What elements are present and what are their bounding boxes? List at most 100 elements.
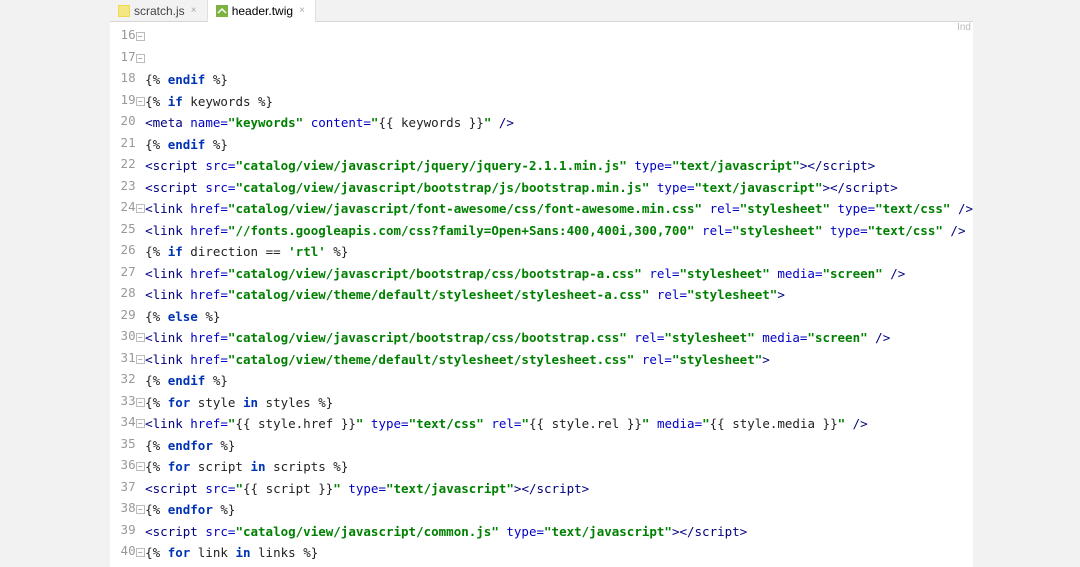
token-attr: rel= bbox=[649, 287, 687, 302]
code-line[interactable]: <link href="{{ link.href }}" rel="{{ lin… bbox=[145, 564, 973, 567]
editor-pane: scratch.js×header.twig× 1617181920212223… bbox=[110, 0, 973, 567]
token-attr: src= bbox=[205, 524, 235, 539]
code-line[interactable]: <script src="catalog/view/javascript/jqu… bbox=[145, 155, 973, 177]
line-number: 37 bbox=[110, 476, 136, 498]
fold-cell bbox=[136, 368, 146, 390]
code-line[interactable]: <link href="catalog/view/javascript/font… bbox=[145, 198, 973, 220]
fold-cell: − bbox=[136, 540, 146, 562]
token-str: "text/javascript" bbox=[672, 158, 800, 173]
token-txt: direction bbox=[183, 244, 266, 259]
fold-cell bbox=[136, 175, 146, 197]
line-number: 39 bbox=[110, 519, 136, 541]
tab-label: scratch.js bbox=[134, 4, 185, 18]
code-line[interactable]: {% else %} bbox=[145, 306, 973, 328]
code-line[interactable]: {% if keywords %} bbox=[145, 91, 973, 113]
token-delim: {{ bbox=[710, 416, 733, 431]
token-str: "catalog/view/javascript/bootstrap/js/bo… bbox=[235, 180, 649, 195]
token-attr: type= bbox=[627, 158, 672, 173]
tab-scratch-js[interactable]: scratch.js × bbox=[110, 0, 208, 22]
token-tag: script> bbox=[695, 524, 748, 539]
fold-toggle-icon[interactable]: − bbox=[136, 32, 145, 41]
token-str: " bbox=[838, 416, 846, 431]
token-tag: /> bbox=[868, 330, 891, 345]
code-line[interactable]: {% endfor %} bbox=[145, 499, 973, 521]
token-tag: script> bbox=[822, 158, 875, 173]
tab-bar: scratch.js×header.twig× bbox=[110, 0, 973, 22]
token-tag: <script bbox=[145, 158, 205, 173]
fold-toggle-icon[interactable]: − bbox=[136, 505, 145, 514]
fold-toggle-icon[interactable]: − bbox=[136, 462, 145, 471]
token-tag: /> bbox=[883, 266, 906, 281]
token-attr: name= bbox=[190, 115, 228, 130]
token-delim: }} bbox=[461, 115, 484, 130]
token-attr: rel= bbox=[484, 416, 522, 431]
code-line[interactable]: <script src="{{ script }}" type="text/ja… bbox=[145, 478, 973, 500]
code-editor[interactable]: 1617181920212223242526272829303132333435… bbox=[110, 22, 973, 567]
token-tag: <script bbox=[145, 524, 205, 539]
code-line[interactable]: <script src="catalog/view/javascript/boo… bbox=[145, 177, 973, 199]
token-attr: href= bbox=[190, 201, 228, 216]
code-line[interactable]: {% endfor %} bbox=[145, 435, 973, 457]
code-line[interactable]: {% for script in scripts %} bbox=[145, 456, 973, 478]
token-delim: {{ bbox=[243, 481, 266, 496]
token-str: "text/javascript" bbox=[695, 180, 823, 195]
code-line[interactable]: {% endif %} bbox=[145, 370, 973, 392]
token-delim: %} bbox=[205, 72, 228, 87]
fold-cell: − bbox=[136, 454, 146, 476]
token-attr: href= bbox=[190, 416, 228, 431]
token-attr: type= bbox=[649, 180, 694, 195]
fold-toggle-icon[interactable]: − bbox=[136, 333, 145, 342]
token-tag: <link bbox=[145, 223, 190, 238]
token-delim: %} bbox=[205, 137, 228, 152]
token-delim: == bbox=[266, 244, 289, 259]
code-line[interactable]: <link href="//fonts.googleapis.com/css?f… bbox=[145, 220, 973, 242]
token-str: "catalog/view/javascript/font-awesome/cs… bbox=[228, 201, 702, 216]
code-line[interactable]: <link href="catalog/view/theme/default/s… bbox=[145, 349, 973, 371]
token-kw: endif bbox=[168, 373, 206, 388]
fold-toggle-icon[interactable]: − bbox=[136, 419, 145, 428]
token-attr: href= bbox=[190, 330, 228, 345]
code-line[interactable]: <link href="catalog/view/javascript/boot… bbox=[145, 263, 973, 285]
token-str: "text/css" bbox=[875, 201, 950, 216]
close-icon[interactable]: × bbox=[189, 6, 199, 16]
code-line[interactable]: <link href="{{ style.href }}" type="text… bbox=[145, 413, 973, 435]
fold-gutter[interactable]: − − − − − − − − − − − bbox=[136, 22, 146, 567]
token-kw: in bbox=[235, 545, 250, 560]
code-area[interactable]: Ind {% endif %}{% if keywords %}<meta na… bbox=[145, 22, 973, 567]
left-margin bbox=[0, 0, 110, 567]
token-tag: <link bbox=[145, 330, 190, 345]
fold-cell bbox=[136, 153, 146, 175]
token-txt: script bbox=[266, 481, 311, 496]
code-line[interactable]: {% for style in styles %} bbox=[145, 392, 973, 414]
code-line[interactable]: {% for link in links %} bbox=[145, 542, 973, 564]
code-line[interactable]: {% endif %} bbox=[145, 134, 973, 156]
token-txt: link bbox=[190, 545, 235, 560]
code-line[interactable]: <script src="catalog/view/javascript/com… bbox=[145, 521, 973, 543]
token-str: "stylesheet" bbox=[732, 223, 822, 238]
code-line[interactable]: <link href="catalog/view/javascript/boot… bbox=[145, 327, 973, 349]
code-line[interactable]: {% endif %} bbox=[145, 69, 973, 91]
fold-toggle-icon[interactable]: − bbox=[136, 548, 145, 557]
code-line[interactable]: <link href="catalog/view/theme/default/s… bbox=[145, 284, 973, 306]
fold-toggle-icon[interactable]: − bbox=[136, 398, 145, 407]
token-kw: if bbox=[168, 94, 183, 109]
token-kw: for bbox=[168, 459, 191, 474]
code-line[interactable]: <meta name="keywords" content="{{ keywor… bbox=[145, 112, 973, 134]
fold-toggle-icon[interactable]: − bbox=[136, 204, 145, 213]
token-str: "text/javascript" bbox=[544, 524, 672, 539]
token-str: "keywords" bbox=[228, 115, 303, 130]
fold-cell bbox=[136, 239, 146, 261]
fold-cell bbox=[136, 304, 146, 326]
token-delim: %} bbox=[258, 94, 273, 109]
line-number: 25 bbox=[110, 218, 136, 240]
close-icon[interactable]: × bbox=[297, 6, 307, 16]
fold-toggle-icon[interactable]: − bbox=[136, 355, 145, 364]
line-number: 23 bbox=[110, 175, 136, 197]
fold-toggle-icon[interactable]: − bbox=[136, 97, 145, 106]
fold-toggle-icon[interactable]: − bbox=[136, 54, 145, 63]
tab-header-twig[interactable]: header.twig× bbox=[208, 0, 316, 22]
line-number-gutter: 1617181920212223242526272829303132333435… bbox=[110, 22, 136, 567]
token-delim: %} bbox=[213, 438, 236, 453]
code-line[interactable]: {% if direction == 'rtl' %} bbox=[145, 241, 973, 263]
token-str: " bbox=[235, 481, 243, 496]
